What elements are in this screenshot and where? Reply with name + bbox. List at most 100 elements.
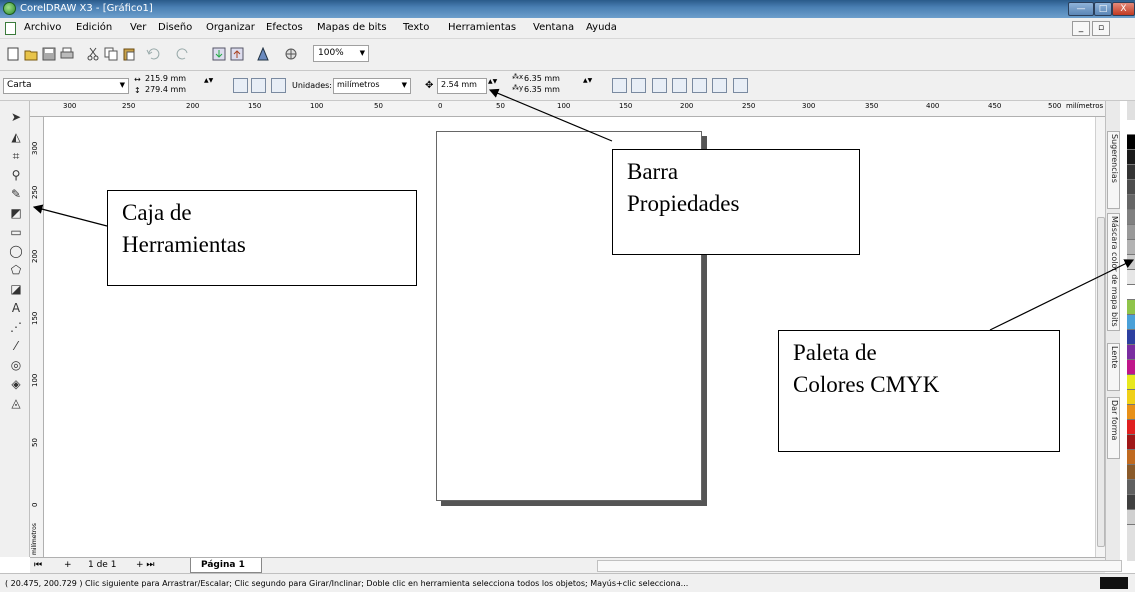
add-page-icon[interactable]: + bbox=[64, 560, 72, 570]
menu-herramientas[interactable]: Herramientas bbox=[448, 22, 516, 33]
redo-icon[interactable] bbox=[176, 47, 190, 61]
color-swatch[interactable] bbox=[1127, 495, 1135, 510]
menu-edicion[interactable]: Edición bbox=[76, 22, 112, 33]
page-tab[interactable]: Página 1 bbox=[190, 558, 262, 573]
color-swatch[interactable] bbox=[1127, 360, 1135, 375]
all-pages-icon[interactable] bbox=[612, 78, 627, 93]
outline-tool-icon[interactable]: ◎ bbox=[8, 357, 24, 373]
menu-ver[interactable]: Ver bbox=[130, 22, 146, 33]
color-swatch[interactable] bbox=[1127, 135, 1135, 150]
zoom-tool-icon[interactable]: ⚲ bbox=[8, 167, 24, 183]
paste-icon[interactable] bbox=[122, 47, 136, 61]
horizontal-ruler[interactable]: 300 250 200 150 100 50 0 50 100 150 200 … bbox=[30, 101, 1105, 117]
page-height-field[interactable]: 279.4 mm bbox=[145, 85, 186, 94]
open-folder-icon[interactable] bbox=[24, 47, 38, 61]
color-swatch[interactable] bbox=[1127, 150, 1135, 165]
horizontal-scrollbar[interactable] bbox=[597, 560, 1122, 572]
color-swatch[interactable] bbox=[1127, 195, 1135, 210]
duplicate-y-field[interactable]: 6.35 mm bbox=[524, 85, 560, 94]
color-swatch[interactable] bbox=[1127, 330, 1135, 345]
vertical-ruler[interactable]: 300 250 200 150 100 50 0 milímetros bbox=[30, 117, 44, 557]
vertical-scrollbar[interactable] bbox=[1095, 117, 1105, 557]
menu-efectos[interactable]: Efectos bbox=[266, 22, 303, 33]
menu-ayuda[interactable]: Ayuda bbox=[586, 22, 617, 33]
page-width-field[interactable]: 215.9 mm bbox=[145, 74, 186, 83]
color-swatch[interactable] bbox=[1127, 435, 1135, 450]
close-button[interactable]: X bbox=[1112, 2, 1135, 16]
interactive-fill-tool-icon[interactable]: ◬ bbox=[8, 395, 24, 411]
color-swatch[interactable] bbox=[1127, 420, 1135, 435]
color-swatch[interactable] bbox=[1127, 210, 1135, 225]
print-icon[interactable] bbox=[60, 47, 74, 61]
document-icon[interactable] bbox=[5, 22, 16, 35]
maximize-button[interactable]: □ bbox=[1094, 2, 1112, 16]
landscape-icon[interactable] bbox=[251, 78, 266, 93]
welcome-screen-icon[interactable] bbox=[284, 47, 298, 61]
color-swatch[interactable] bbox=[1127, 390, 1135, 405]
application-launcher-icon[interactable] bbox=[256, 47, 270, 61]
color-swatch[interactable] bbox=[1127, 225, 1135, 240]
menu-diseno[interactable]: Diseño bbox=[158, 22, 192, 33]
doc-minimize-button[interactable]: _ bbox=[1072, 21, 1090, 36]
smart-fill-tool-icon[interactable]: ◩ bbox=[8, 205, 24, 221]
text-tool-icon[interactable]: A bbox=[8, 300, 24, 316]
docker-tab-mascara-color[interactable]: Máscara color de mapa bits bbox=[1107, 213, 1120, 331]
color-swatch[interactable] bbox=[1127, 120, 1135, 135]
color-swatch[interactable] bbox=[1127, 315, 1135, 330]
doc-restore-button[interactable]: ▫ bbox=[1092, 21, 1110, 36]
freehand-tool-icon[interactable]: ✎ bbox=[8, 186, 24, 202]
zoom-level-select[interactable]: 100% ▼ bbox=[313, 45, 369, 62]
menu-texto[interactable]: Texto bbox=[403, 22, 429, 33]
menu-mapas-de-bits[interactable]: Mapas de bits bbox=[317, 22, 387, 33]
color-swatch[interactable] bbox=[1127, 510, 1135, 525]
docker-tab-lente[interactable]: Lente bbox=[1107, 343, 1120, 391]
menu-ventana[interactable]: Ventana bbox=[533, 22, 574, 33]
color-swatch[interactable] bbox=[1127, 240, 1135, 255]
snap-to-grid-icon[interactable] bbox=[672, 78, 687, 93]
color-swatch[interactable] bbox=[1127, 345, 1135, 360]
snap-to-guides-icon[interactable] bbox=[692, 78, 707, 93]
paper-size-select[interactable]: Carta ▼ bbox=[3, 78, 129, 94]
coreldraw-app-icon[interactable] bbox=[3, 2, 16, 15]
page-layout-icon[interactable] bbox=[271, 78, 286, 93]
portrait-icon[interactable] bbox=[233, 78, 248, 93]
units-select[interactable]: milímetros ▼ bbox=[333, 78, 411, 94]
nudge-distance-field[interactable]: 2.54 mm bbox=[437, 78, 487, 94]
color-swatch[interactable] bbox=[1127, 165, 1135, 180]
edit-drawing-scale-icon[interactable] bbox=[652, 78, 667, 93]
color-swatch[interactable] bbox=[1127, 405, 1135, 420]
color-swatch[interactable] bbox=[1127, 465, 1135, 480]
new-document-icon[interactable] bbox=[6, 47, 20, 61]
duplicate-spinner[interactable]: ▲▼ bbox=[583, 77, 592, 91]
color-swatch[interactable] bbox=[1127, 285, 1135, 300]
options-icon[interactable] bbox=[733, 78, 748, 93]
ellipse-tool-icon[interactable]: ◯ bbox=[8, 243, 24, 259]
nudge-spinner[interactable]: ▲▼ bbox=[488, 78, 497, 92]
docker-tab-sugerencias[interactable]: Sugerencias bbox=[1107, 131, 1120, 209]
next-page-icon[interactable]: + ⏭ bbox=[136, 560, 155, 570]
snap-to-objects-icon[interactable] bbox=[712, 78, 727, 93]
docker-tab-dar-forma[interactable]: Dar forma bbox=[1107, 397, 1120, 459]
rectangle-tool-icon[interactable]: ▭ bbox=[8, 224, 24, 240]
cut-icon[interactable] bbox=[86, 47, 100, 61]
export-icon[interactable] bbox=[230, 47, 244, 61]
first-page-icon[interactable]: ⏮ bbox=[34, 560, 42, 570]
minimize-button[interactable]: — bbox=[1068, 2, 1094, 16]
interactive-blend-tool-icon[interactable]: ⋰ bbox=[8, 319, 24, 335]
menu-organizar[interactable]: Organizar bbox=[206, 22, 255, 33]
duplicate-x-field[interactable]: 6.35 mm bbox=[524, 74, 560, 83]
outline-color-indicator[interactable] bbox=[1100, 577, 1128, 589]
crop-tool-icon[interactable]: ⌗ bbox=[8, 148, 24, 164]
color-swatch[interactable] bbox=[1127, 255, 1135, 270]
basic-shapes-tool-icon[interactable]: ◪ bbox=[8, 281, 24, 297]
size-spinner[interactable]: ▲▼ bbox=[204, 77, 213, 91]
color-swatch[interactable] bbox=[1127, 270, 1135, 285]
scrollbar-thumb[interactable] bbox=[1097, 217, 1105, 547]
current-page-icon[interactable] bbox=[631, 78, 646, 93]
color-swatch[interactable] bbox=[1127, 180, 1135, 195]
menu-archivo[interactable]: Archivo bbox=[24, 22, 61, 33]
pick-tool-icon[interactable]: ➤ bbox=[8, 109, 24, 125]
color-swatch[interactable] bbox=[1127, 450, 1135, 465]
color-swatch[interactable] bbox=[1127, 300, 1135, 315]
copy-icon[interactable] bbox=[104, 47, 118, 61]
